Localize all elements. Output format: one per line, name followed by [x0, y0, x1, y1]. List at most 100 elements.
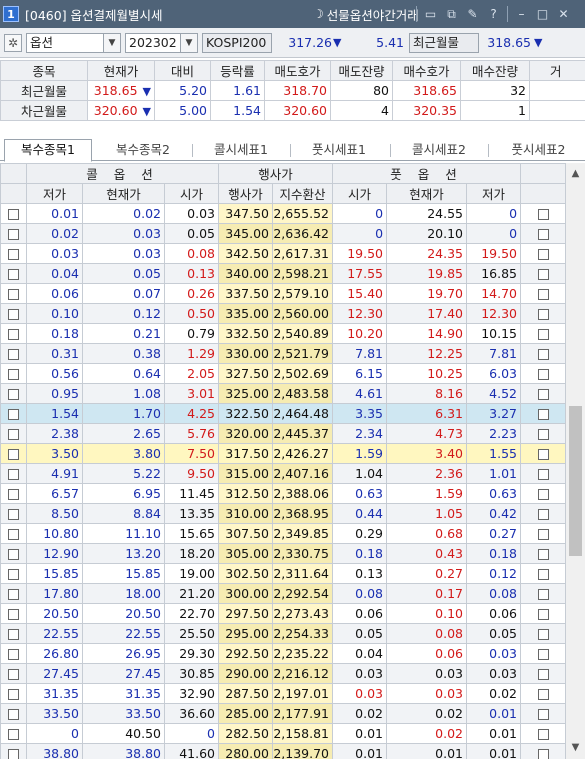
put-checkbox[interactable] — [537, 709, 549, 720]
table-row[interactable]: 33.50 33.50 36.60 285.00 2,177.91 0.02 0.02 0.0… — [0, 703, 565, 724]
call-checkbox[interactable] — [8, 609, 19, 620]
tab-multi-2[interactable]: 복수종목2 — [98, 140, 188, 161]
table-row[interactable]: 1.54 1.70 4.25 322.50 2,464.48 3.35 6.31 3.27 — [0, 403, 565, 424]
call-checkbox[interactable] — [8, 449, 19, 460]
tab-call-table-2[interactable]: 콜시세표2 — [394, 140, 484, 161]
table-row[interactable]: 0.95 1.08 3.01 325.00 2,483.58 4.61 8.16 4.52 — [0, 383, 565, 404]
put-checkbox[interactable] — [537, 689, 549, 700]
table-row[interactable]: 22.55 22.55 25.50 295.00 2,254.33 0.05 0.08 0.0… — [0, 623, 565, 644]
table-row[interactable]: 0.56 0.64 2.05 327.50 2,502.69 6.15 10.25 6.03 — [0, 363, 565, 384]
table-row[interactable]: 15.85 15.85 19.00 302.50 2,311.64 0.13 0.27 0.1… — [0, 563, 565, 584]
call-checkbox[interactable] — [8, 749, 19, 759]
put-checkbox[interactable] — [537, 609, 549, 620]
put-checkbox[interactable] — [537, 729, 549, 740]
put-checkbox[interactable] — [537, 549, 549, 560]
tab-put-table-2[interactable]: 풋시세표2 — [492, 140, 585, 161]
table-row[interactable]: 38.80 38.80 41.60 280.00 2,139.70 0.01 0.01 0.0… — [0, 743, 565, 759]
futures-row[interactable]: 최근월물 318.65 ▼ 5.20 1.61 318.70 80 318.65 … — [0, 80, 585, 101]
table-row[interactable]: 27.45 27.45 30.85 290.00 2,216.12 0.03 0.03 0.0… — [0, 663, 565, 684]
put-checkbox[interactable] — [537, 489, 549, 500]
table-row[interactable]: 2.38 2.65 5.76 320.00 2,445.37 2.34 4.73 2.23 — [0, 423, 565, 444]
put-checkbox[interactable] — [537, 409, 549, 420]
scrollbar-thumb[interactable] — [569, 406, 582, 556]
tab-call-table-1[interactable]: 콜시세표1 — [196, 140, 286, 161]
table-row[interactable]: 12.90 13.20 18.20 305.00 2,330.75 0.18 0.43 0.1… — [0, 543, 565, 564]
gear-icon[interactable]: ✲ — [4, 34, 22, 52]
put-checkbox[interactable] — [537, 569, 549, 580]
call-checkbox[interactable] — [8, 629, 19, 640]
call-checkbox[interactable] — [8, 549, 19, 560]
call-checkbox[interactable] — [8, 369, 19, 380]
put-checkbox[interactable] — [537, 669, 549, 680]
put-checkbox[interactable] — [537, 309, 549, 320]
put-checkbox[interactable] — [537, 249, 549, 260]
put-checkbox[interactable] — [537, 209, 549, 220]
table-row[interactable]: 10.80 11.10 15.65 307.50 2,349.85 0.29 0.68 0.2… — [0, 523, 565, 544]
pin-icon[interactable]: ✎ — [462, 7, 483, 21]
call-checkbox[interactable] — [8, 289, 19, 300]
put-checkbox[interactable] — [537, 649, 549, 660]
table-row[interactable]: 0.06 0.07 0.26 337.50 2,579.10 15.40 19.70 14.7… — [0, 283, 565, 304]
call-checkbox[interactable] — [8, 689, 19, 700]
call-checkbox[interactable] — [8, 409, 19, 420]
put-checkbox[interactable] — [537, 229, 549, 240]
table-row[interactable]: 0.18 0.21 0.79 332.50 2,540.89 10.20 14.90 10.1… — [0, 323, 565, 344]
table-row[interactable]: 4.91 5.22 9.50 315.00 2,407.16 1.04 2.36 1.01 — [0, 463, 565, 484]
table-row[interactable]: 0.03 0.03 0.08 342.50 2,617.31 19.50 24.35 19.5… — [0, 243, 565, 264]
chevron-down-icon[interactable]: ▼ — [180, 33, 198, 53]
table-row[interactable]: 31.35 31.35 32.90 287.50 2,197.01 0.03 0.03 0.0… — [0, 683, 565, 704]
put-checkbox[interactable] — [537, 349, 549, 360]
close-icon[interactable]: ✕ — [553, 7, 574, 21]
put-checkbox[interactable] — [537, 389, 549, 400]
table-row[interactable]: 26.80 26.95 29.30 292.50 2,235.22 0.04 0.06 0.0… — [0, 643, 565, 664]
scroll-up-icon[interactable]: ▲ — [566, 165, 585, 183]
call-checkbox[interactable] — [8, 469, 19, 480]
call-checkbox[interactable] — [8, 309, 19, 320]
table-row[interactable]: 0.01 0.02 0.03 347.50 2,655.52 0 24.55 0 — [0, 203, 565, 224]
futures-row[interactable]: 차근월물 320.60 ▼ 5.00 1.54 320.60 4 320.35 1 — [0, 100, 585, 121]
call-checkbox[interactable] — [8, 269, 19, 280]
night-trading-link[interactable]: ☽ 선물옵션야간거래 — [313, 0, 419, 28]
put-checkbox[interactable] — [537, 289, 549, 300]
table-row[interactable]: 17.80 18.00 21.20 300.00 2,292.54 0.08 0.17 0.0… — [0, 583, 565, 604]
window-title-bar[interactable]: 1 [0460] 옵션결제월별시세 ☽ 선물옵션야간거래 ▭ ⧉ ✎ ? – □… — [0, 0, 585, 28]
vertical-scrollbar[interactable]: ▲ ▼ — [565, 163, 585, 759]
call-checkbox[interactable] — [8, 229, 19, 240]
call-checkbox[interactable] — [8, 429, 19, 440]
put-checkbox[interactable] — [537, 469, 549, 480]
chevron-down-icon[interactable]: ▼ — [103, 33, 121, 53]
help-icon[interactable]: ? — [483, 7, 504, 21]
table-row[interactable]: 8.50 8.84 13.35 310.00 2,368.95 0.44 1.05 0.42 — [0, 503, 565, 524]
put-checkbox[interactable] — [537, 629, 549, 640]
call-checkbox[interactable] — [8, 589, 19, 600]
table-row[interactable]: 0 40.50 0 282.50 2,158.81 0.01 0.02 0.01 — [0, 723, 565, 744]
call-checkbox[interactable] — [8, 529, 19, 540]
tab-put-table-1[interactable]: 풋시세표1 — [294, 140, 384, 161]
call-checkbox[interactable] — [8, 569, 19, 580]
put-checkbox[interactable] — [537, 749, 549, 759]
window-icon[interactable]: ▭ — [420, 7, 441, 21]
put-checkbox[interactable] — [537, 429, 549, 440]
put-checkbox[interactable] — [537, 329, 549, 340]
maximize-icon[interactable]: □ — [532, 7, 553, 21]
call-checkbox[interactable] — [8, 349, 19, 360]
put-checkbox[interactable] — [537, 509, 549, 520]
call-checkbox[interactable] — [8, 389, 19, 400]
put-checkbox[interactable] — [537, 449, 549, 460]
call-checkbox[interactable] — [8, 669, 19, 680]
copy-icon[interactable]: ⧉ — [441, 7, 462, 22]
call-checkbox[interactable] — [8, 709, 19, 720]
call-checkbox[interactable] — [8, 209, 19, 220]
table-row[interactable]: 0.04 0.05 0.13 340.00 2,598.21 17.55 19.85 16.8… — [0, 263, 565, 284]
table-row[interactable]: 0.02 0.03 0.05 345.00 2,636.42 0 20.10 0 — [0, 223, 565, 244]
call-checkbox[interactable] — [8, 509, 19, 520]
call-checkbox[interactable] — [8, 249, 19, 260]
tab-multi-1[interactable]: 복수종목1 — [4, 139, 92, 162]
table-row[interactable]: 6.57 6.95 11.45 312.50 2,388.06 0.63 1.59 0.63 — [0, 483, 565, 504]
table-row[interactable]: 3.50 3.80 7.50 317.50 2,426.27 1.59 3.40 1.55 — [0, 443, 565, 464]
call-checkbox[interactable] — [8, 649, 19, 660]
put-checkbox[interactable] — [537, 589, 549, 600]
call-checkbox[interactable] — [8, 329, 19, 340]
table-row[interactable]: 20.50 20.50 22.70 297.50 2,273.43 0.06 0.10 0.0… — [0, 603, 565, 624]
table-row[interactable]: 0.31 0.38 1.29 330.00 2,521.79 7.81 12.25 7.81 — [0, 343, 565, 364]
